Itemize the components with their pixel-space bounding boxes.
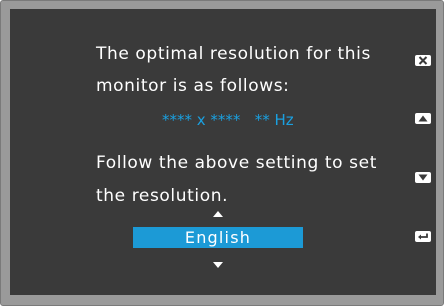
language-prev-arrow-icon[interactable] bbox=[213, 211, 223, 217]
language-next-arrow-icon[interactable] bbox=[213, 262, 223, 268]
down-button[interactable] bbox=[415, 172, 431, 183]
language-select[interactable]: English bbox=[133, 227, 303, 248]
up-button[interactable] bbox=[415, 113, 431, 124]
down-arrow-icon bbox=[418, 174, 428, 181]
message-line: monitor is as follows: bbox=[96, 76, 290, 96]
message-line: The optimal resolution for this bbox=[96, 44, 371, 64]
osd-frame: The optimal resolution for this monitor … bbox=[0, 0, 444, 306]
enter-button[interactable] bbox=[415, 231, 431, 242]
close-button[interactable] bbox=[415, 55, 431, 66]
enter-icon bbox=[418, 233, 428, 240]
message-line: Follow the above setting to set bbox=[96, 153, 377, 173]
up-arrow-icon bbox=[418, 115, 428, 122]
osd-dialog: The optimal resolution for this monitor … bbox=[10, 9, 436, 295]
optimal-resolution-value: **** x **** ** Hz bbox=[162, 111, 294, 129]
message-line: the resolution. bbox=[96, 186, 229, 206]
close-icon bbox=[418, 56, 428, 65]
